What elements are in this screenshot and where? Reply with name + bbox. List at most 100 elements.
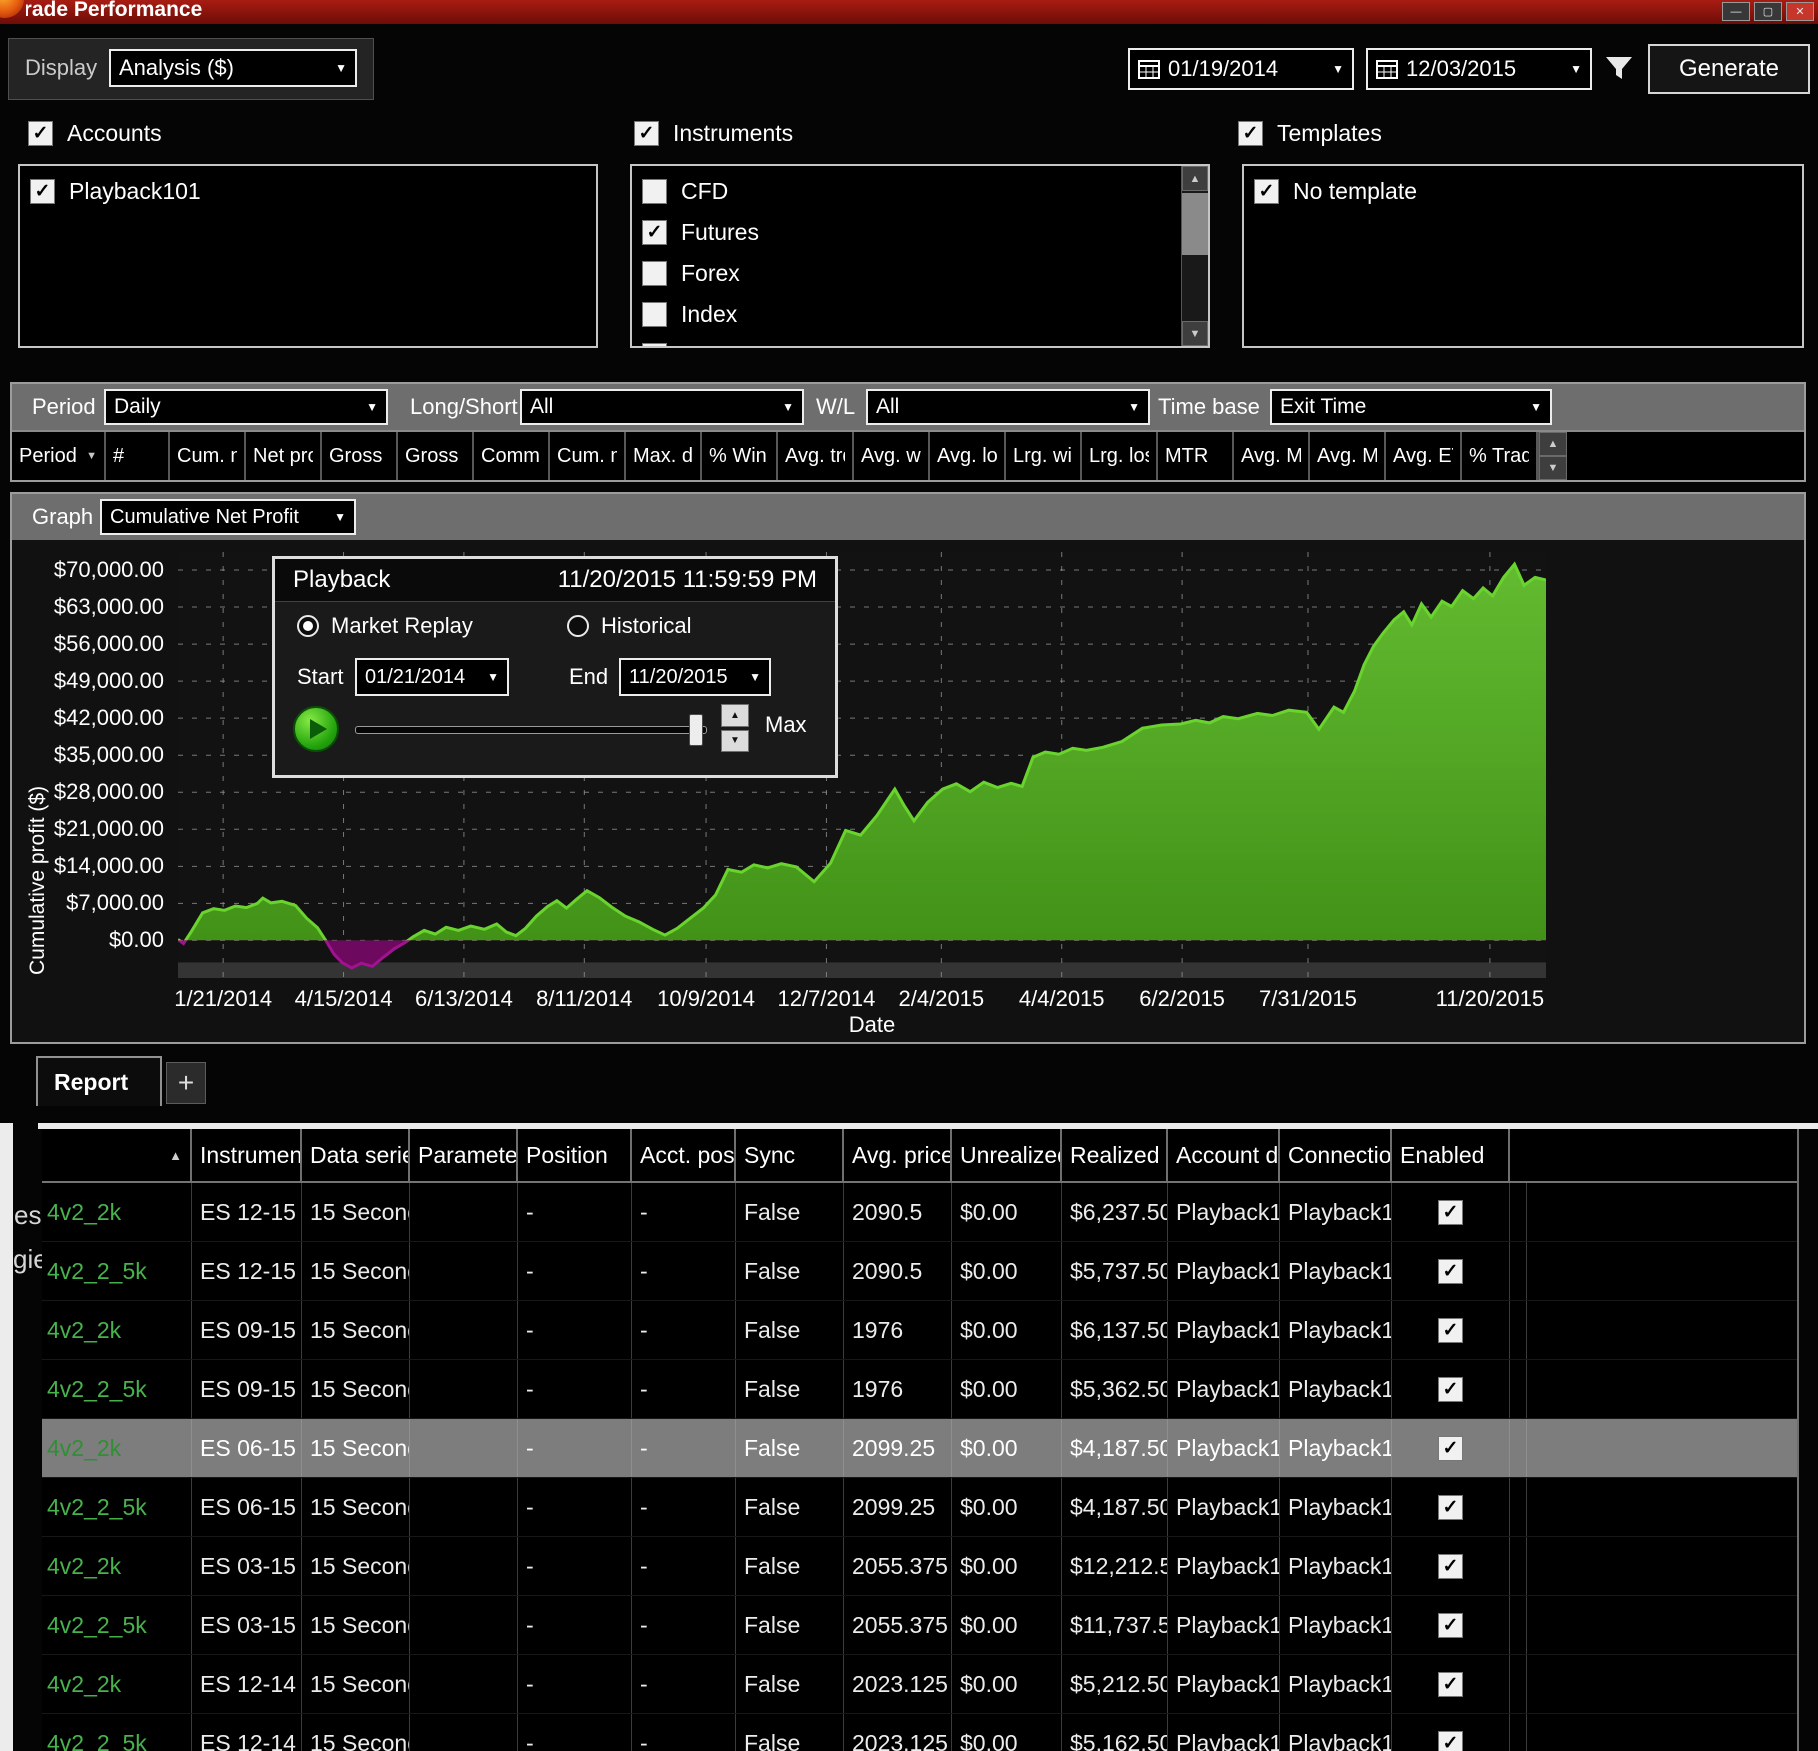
instruments-item-checkbox[interactable] xyxy=(642,179,667,204)
playback-radio-historical[interactable] xyxy=(567,615,589,637)
enabled-checkbox[interactable]: ✓ xyxy=(1438,1376,1463,1402)
report-table-row[interactable]: 4v2_2_5kES 12-1515 Seconds--False2090.5$… xyxy=(42,1242,1797,1301)
stats-column-header[interactable]: Avg. win xyxy=(854,432,930,480)
stats-scrollbar[interactable]: ▲ ▼ xyxy=(1538,432,1567,480)
stats-column-header[interactable]: Avg. los xyxy=(930,432,1006,480)
stats-column-header[interactable]: Max. dr xyxy=(626,432,702,480)
instruments-item-checkbox[interactable] xyxy=(642,302,667,327)
report-column-header[interactable]: Enabled xyxy=(1392,1129,1510,1181)
end-date-picker[interactable]: 12/03/2015 ▼ xyxy=(1366,48,1592,90)
period-select[interactable]: Daily ▼ xyxy=(104,389,388,425)
report-column-header[interactable]: Connection xyxy=(1280,1129,1392,1181)
stats-column-header[interactable]: Avg. MAE xyxy=(1234,432,1310,480)
report-table-row[interactable]: 4v2_2_5kES 12-1415 Seconds--False2023.12… xyxy=(42,1714,1797,1751)
templates-checkbox[interactable]: ✓ xyxy=(1238,120,1263,146)
accounts-list[interactable]: ✓ Playback101 xyxy=(18,164,598,348)
start-date-picker[interactable]: 01/19/2014 ▼ xyxy=(1128,48,1354,90)
scroll-thumb[interactable] xyxy=(1182,193,1208,255)
instruments-item-checkbox[interactable]: ✓ xyxy=(642,220,667,245)
instruments-list-item[interactable]: ✓ Futures xyxy=(642,212,1180,253)
close-button[interactable]: ✕ xyxy=(1786,2,1814,21)
instruments-checkbox[interactable]: ✓ xyxy=(634,120,659,146)
instruments-list-item[interactable]: Forex xyxy=(642,253,1180,294)
report-table-row[interactable]: 4v2_2kES 09-1515 Seconds--False1976$0.00… xyxy=(42,1301,1797,1360)
generate-button[interactable]: Generate xyxy=(1648,44,1810,94)
report-column-header[interactable]: Instrument xyxy=(192,1129,302,1181)
enabled-checkbox[interactable]: ✓ xyxy=(1438,1317,1463,1343)
playback-end-select[interactable]: 11/20/2015 ▼ xyxy=(619,658,771,696)
enabled-checkbox[interactable]: ✓ xyxy=(1438,1612,1463,1638)
stats-column-header[interactable]: Cum. net xyxy=(170,432,246,480)
stats-column-header[interactable]: % Win xyxy=(702,432,778,480)
report-table-row[interactable]: 4v2_2_5kES 09-1515 Seconds--False1976$0.… xyxy=(42,1360,1797,1419)
stats-column-header[interactable]: Cum. ma xyxy=(550,432,626,480)
stats-column-header[interactable]: Lrg. los xyxy=(1082,432,1158,480)
add-tab-button[interactable]: + xyxy=(166,1062,206,1104)
playback-dialog-titlebar[interactable]: Playback 11/20/2015 11:59:59 PM xyxy=(275,559,835,602)
report-table-row[interactable]: 4v2_2_5kES 06-1515 Seconds--False2099.25… xyxy=(42,1478,1797,1537)
slider-track[interactable] xyxy=(355,726,707,734)
playback-slider[interactable] xyxy=(355,706,707,752)
instruments-scrollbar[interactable]: ▲ ▼ xyxy=(1181,166,1208,346)
stats-column-header[interactable]: Gross p xyxy=(322,432,398,480)
instruments-list-item[interactable]: CFD xyxy=(642,171,1180,212)
report-column-header[interactable]: ▲ xyxy=(42,1129,192,1181)
stats-column-header[interactable]: Period ▼ xyxy=(12,432,106,480)
report-column-header[interactable]: Account display xyxy=(1168,1129,1280,1181)
play-button[interactable] xyxy=(293,706,339,752)
stats-column-header[interactable]: Gross l xyxy=(398,432,474,480)
accounts-checkbox[interactable]: ✓ xyxy=(28,120,53,146)
accounts-item-checkbox[interactable]: ✓ xyxy=(30,179,55,204)
report-column-header[interactable]: Unrealized xyxy=(952,1129,1062,1181)
stats-column-header[interactable]: % Trade xyxy=(1462,432,1538,480)
stats-column-header[interactable]: # xyxy=(106,432,170,480)
enabled-checkbox[interactable]: ✓ xyxy=(1438,1730,1463,1751)
stats-column-header[interactable]: MTR xyxy=(1158,432,1234,480)
column-filter-icon[interactable]: ▼ xyxy=(86,450,97,462)
filter-icon[interactable] xyxy=(1602,52,1636,86)
report-column-header[interactable]: Acct. position xyxy=(632,1129,736,1181)
title-bar[interactable]: Trade Performance — ▢ ✕ xyxy=(0,0,1818,24)
slider-spinner[interactable]: ▲ ▼ xyxy=(721,704,749,752)
enabled-checkbox[interactable]: ✓ xyxy=(1438,1199,1463,1225)
playback-radio-market[interactable] xyxy=(297,615,319,637)
enabled-checkbox[interactable]: ✓ xyxy=(1438,1258,1463,1284)
accounts-list-item[interactable]: ✓ Playback101 xyxy=(30,171,596,212)
instruments-listbox[interactable]: CFD ✓ Futures Forex Index ▲ ▼ xyxy=(630,164,1210,348)
report-table-row[interactable]: 4v2_2kES 03-1515 Seconds--False2055.375$… xyxy=(42,1537,1797,1596)
slider-handle[interactable] xyxy=(689,714,703,746)
timebase-select[interactable]: Exit Time ▼ xyxy=(1270,389,1552,425)
spinner-down-icon[interactable]: ▼ xyxy=(721,729,749,752)
templates-item-checkbox[interactable]: ✓ xyxy=(1254,179,1279,204)
tab-report[interactable]: Report xyxy=(36,1056,162,1106)
enabled-checkbox[interactable]: ✓ xyxy=(1438,1494,1463,1520)
report-table-row[interactable]: 4v2_2kES 12-1515 Seconds--False2090.5$0.… xyxy=(42,1183,1797,1242)
instruments-list-item[interactable] xyxy=(642,335,1180,346)
report-column-header[interactable]: Avg. price xyxy=(844,1129,952,1181)
templates-list[interactable]: ✓ No template xyxy=(1242,164,1804,348)
scroll-up-icon[interactable]: ▲ xyxy=(1539,432,1567,456)
scroll-down-icon[interactable]: ▼ xyxy=(1182,321,1208,346)
report-table-row[interactable]: 4v2_2kES 06-1515 Seconds--False2099.25$0… xyxy=(42,1419,1797,1478)
display-select[interactable]: Analysis ($) ▼ xyxy=(109,49,357,87)
wl-select[interactable]: All ▼ xyxy=(866,389,1150,425)
report-column-header[interactable]: Data series xyxy=(302,1129,410,1181)
stats-column-header[interactable]: Avg. MFE xyxy=(1310,432,1386,480)
scroll-up-icon[interactable]: ▲ xyxy=(1182,166,1208,191)
scroll-down-icon[interactable]: ▼ xyxy=(1539,456,1567,480)
enabled-checkbox[interactable]: ✓ xyxy=(1438,1553,1463,1579)
stats-column-header[interactable]: Commis xyxy=(474,432,550,480)
report-column-header[interactable]: Position xyxy=(518,1129,632,1181)
stats-column-header[interactable]: Net profit xyxy=(246,432,322,480)
report-column-header[interactable]: Sync xyxy=(736,1129,844,1181)
instruments-list-item[interactable]: Index xyxy=(642,294,1180,335)
maximize-button[interactable]: ▢ xyxy=(1754,2,1782,21)
enabled-checkbox[interactable]: ✓ xyxy=(1438,1435,1463,1461)
report-table-row[interactable]: 4v2_2_5kES 03-1515 Seconds--False2055.37… xyxy=(42,1596,1797,1655)
minimize-button[interactable]: — xyxy=(1722,2,1750,21)
report-column-header[interactable]: Parameters xyxy=(410,1129,518,1181)
stats-column-header[interactable]: Avg. trd xyxy=(778,432,854,480)
report-column-header[interactable]: Realized xyxy=(1062,1129,1168,1181)
enabled-checkbox[interactable]: ✓ xyxy=(1438,1671,1463,1697)
graph-type-select[interactable]: Cumulative Net Profit ▼ xyxy=(100,499,356,535)
